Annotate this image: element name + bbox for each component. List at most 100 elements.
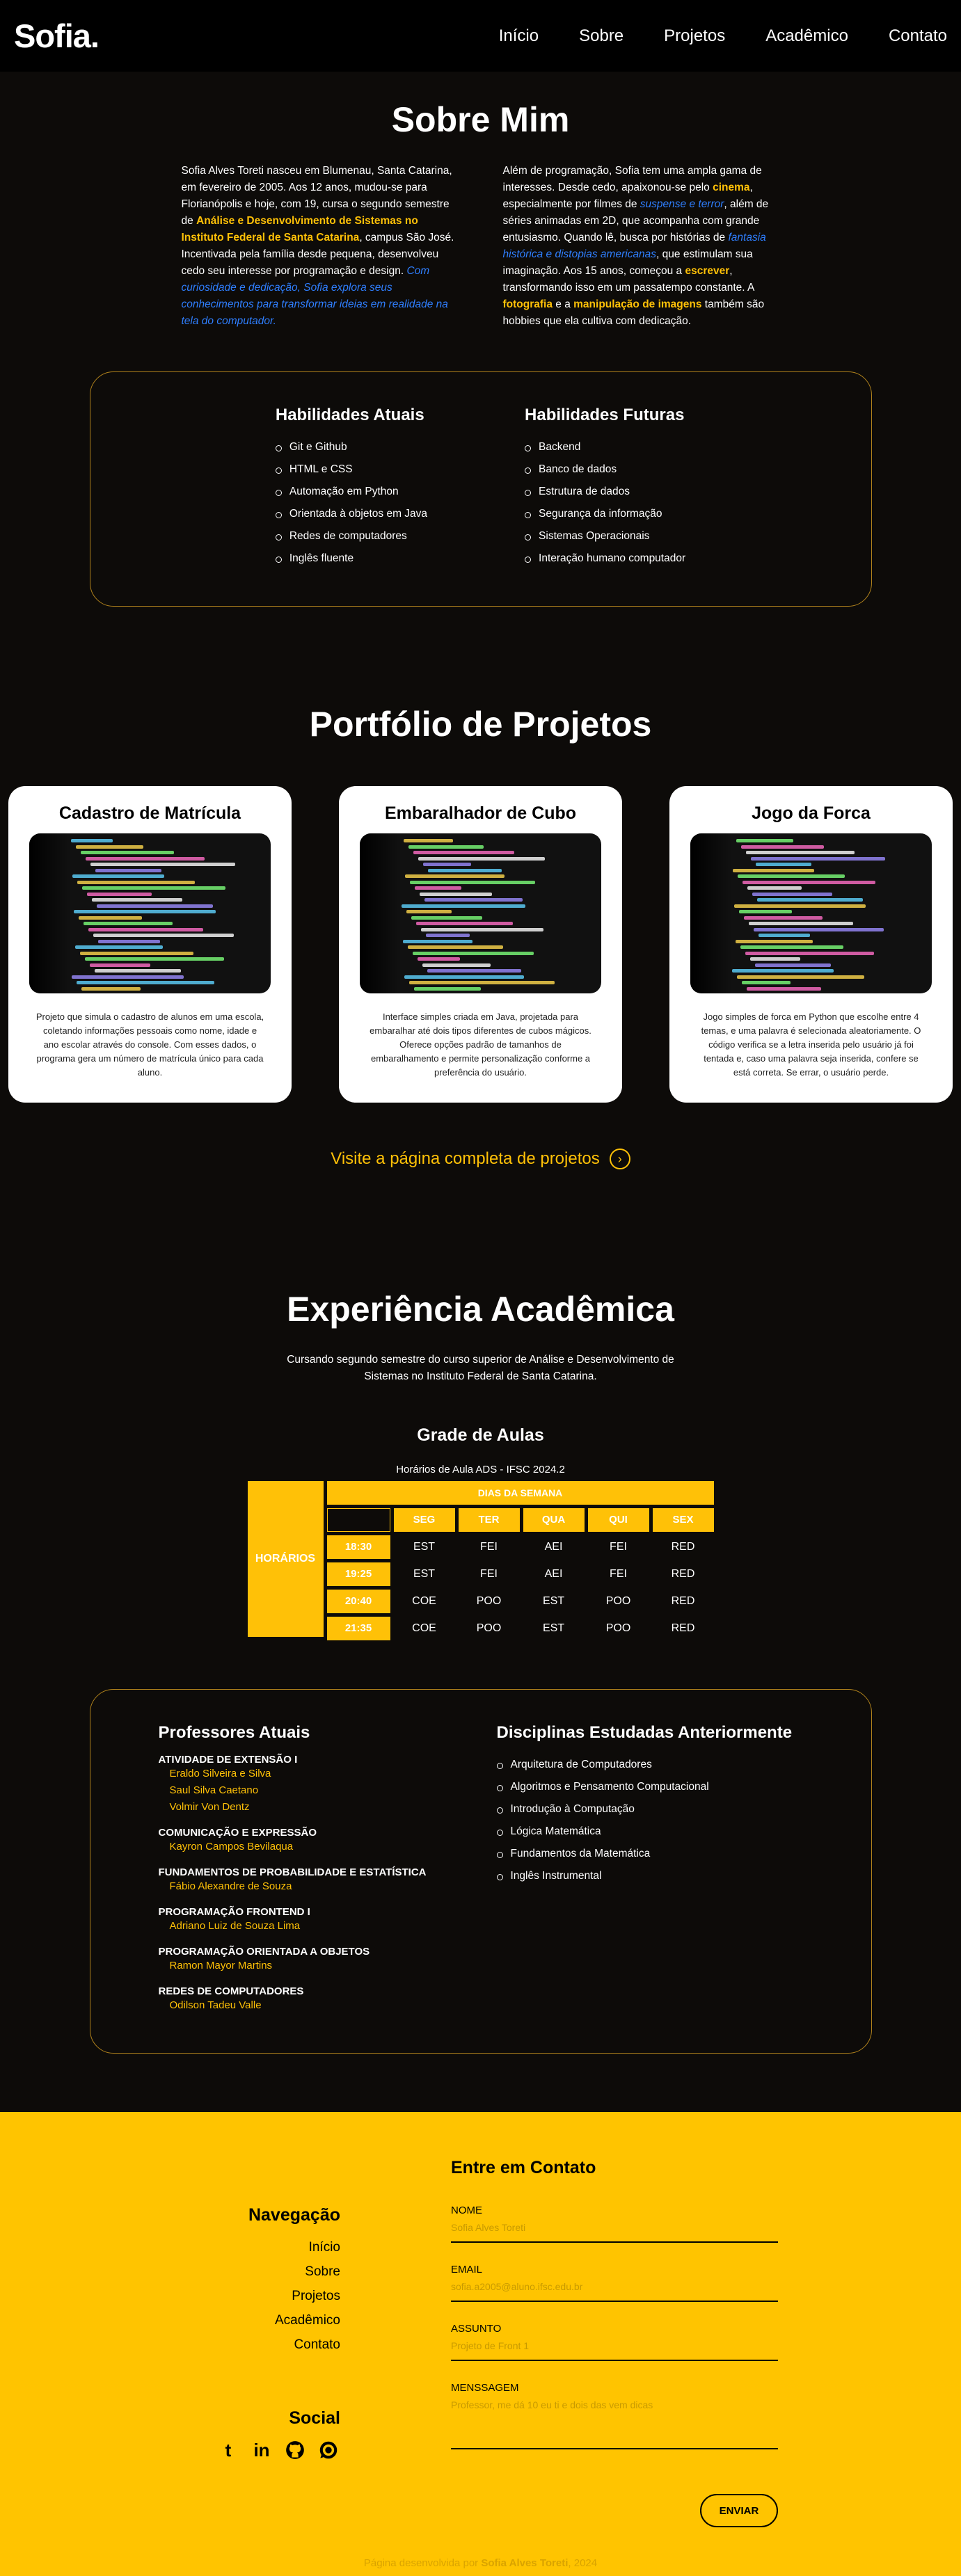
teacher-name: Saul Silva Caetano	[169, 1784, 259, 1796]
footer-nav-inicio[interactable]: Início	[248, 2235, 340, 2259]
teacher-name: Adriano Luiz de Souza Lima	[169, 1920, 301, 1932]
code-line-decoration	[421, 927, 543, 931]
academic-intro: Cursando segundo semestre do curso super…	[287, 1354, 674, 1382]
footer-nav-contato[interactable]: Contato	[248, 2333, 340, 2357]
code-line-decoration	[409, 981, 555, 984]
subject-name: PROGRAMAÇÃO FRONTEND I	[158, 1906, 310, 1918]
name-input[interactable]: Sofia Alves Toreti	[451, 2222, 778, 2243]
skill-item: Backend	[525, 436, 685, 458]
code-line-decoration	[85, 957, 224, 961]
logo[interactable]: Sofia.	[14, 17, 100, 55]
code-line-decoration	[738, 874, 845, 878]
code-line-decoration	[752, 892, 832, 896]
code-line-decoration	[408, 845, 484, 849]
code-line-decoration	[81, 986, 141, 991]
image-shade	[360, 833, 402, 993]
code-line-decoration	[416, 922, 513, 925]
code-line-decoration	[423, 863, 471, 866]
nav-contato[interactable]: Contato	[889, 26, 947, 46]
image-shade	[690, 833, 732, 993]
class-cell: POO	[476, 1622, 502, 1634]
schedule-row: 20:40 COE POO EST POO RED	[326, 1590, 714, 1613]
footer-nav-projetos[interactable]: Projetos	[248, 2284, 340, 2308]
nav-sobre[interactable]: Sobre	[579, 26, 624, 46]
portfolio-title: Portfólio de Projetos	[309, 705, 652, 744]
day-header: TER	[458, 1508, 520, 1532]
whatsapp-icon[interactable]	[317, 2438, 340, 2462]
time-cell: 20:40	[326, 1590, 390, 1613]
code-line-decoration	[90, 863, 235, 866]
footer-social-title: Social	[289, 2408, 340, 2428]
code-line-decoration	[71, 839, 113, 842]
code-line-decoration	[422, 963, 491, 967]
code-line-decoration	[755, 963, 831, 967]
name-label: NOME	[451, 2205, 482, 2216]
class-cell: FEI	[480, 1568, 498, 1580]
project-card[interactable]: Cadastro de Matrícula Projeto que simula…	[8, 786, 292, 1103]
teacher-name: Ramon Mayor Martins	[169, 1960, 273, 1971]
footer-nav-academico[interactable]: Acadêmico	[248, 2308, 340, 2333]
subject-name: ATIVIDADE DE EXTENSÃO I	[158, 1754, 298, 1766]
subject-input[interactable]: Projeto de Front 1	[451, 2340, 778, 2361]
credits-author: Sofia Alves Toreti	[481, 2557, 569, 2569]
class-cell: COE	[412, 1595, 436, 1607]
time-cell: 21:35	[326, 1617, 390, 1640]
skill-item: Banco de dados	[525, 458, 685, 481]
project-card[interactable]: Jogo da Forca Jogo simples de forca em P…	[669, 786, 953, 1103]
highlight-photo: fotografia	[502, 298, 553, 310]
code-line-decoration	[741, 845, 824, 849]
name-field-group: NOME Sofia Alves Toreti	[451, 2205, 778, 2243]
credits-year: , 2024	[568, 2557, 598, 2569]
teacher-name: Kayron Campos Bevilaqua	[169, 1841, 294, 1853]
class-cell: EST	[413, 1568, 436, 1580]
code-line-decoration	[406, 910, 452, 913]
nav-academico[interactable]: Acadêmico	[765, 26, 848, 46]
code-line-decoration	[751, 856, 885, 861]
professor-group: COMUNICAÇÃO E EXPRESSÃO Kayron Campos Be…	[159, 1827, 497, 1855]
schedule-row: 18:30 EST FEI AEI FEI RED	[326, 1535, 714, 1559]
code-line-decoration	[413, 951, 534, 955]
code-line-decoration	[746, 851, 855, 854]
day-header: SEX	[652, 1508, 714, 1532]
message-textarea[interactable]: Professor, me dá 10 eu ti e dois das vem…	[451, 2399, 778, 2449]
code-line-decoration	[426, 934, 470, 937]
email-input[interactable]: sofia.a2005@aluno.ifsc.edu.br	[451, 2281, 778, 2302]
code-line-decoration	[97, 904, 213, 908]
code-line-decoration	[427, 969, 521, 973]
class-cell: EST	[413, 1541, 436, 1553]
previous-subject-item: Inglês Instrumental	[496, 1865, 835, 1887]
about-text-left: Sofia Alves Toreti nasceu em Blumenau, S…	[182, 163, 459, 330]
code-line-decoration	[403, 939, 472, 943]
code-line-decoration	[749, 922, 853, 925]
professors-column: Professores Atuais ATIVIDADE DE EXTENSÃO…	[159, 1723, 497, 2053]
professor-group: FUNDAMENTOS DE PROBABILIDADE E ESTATÍSTI…	[159, 1866, 497, 1895]
nav-inicio[interactable]: Início	[499, 26, 539, 46]
code-screenshot-image	[360, 833, 601, 993]
code-line-decoration	[411, 915, 482, 920]
skill-item: Interação humano computador	[525, 547, 685, 570]
github-icon[interactable]	[283, 2438, 307, 2462]
tumblr-icon[interactable]: t	[216, 2438, 240, 2462]
class-cell: AEI	[544, 1568, 563, 1580]
code-line-decoration	[415, 886, 461, 890]
visit-projects-label: Visite a página completa de projetos	[331, 1149, 600, 1168]
credits-text: Página desenvolvida por	[363, 2557, 482, 2569]
code-line-decoration	[745, 951, 874, 955]
code-line-decoration	[88, 927, 203, 931]
linkedin-icon[interactable]: in	[250, 2438, 273, 2462]
visit-projects-link[interactable]: Visite a página completa de projetos ›	[0, 1149, 961, 1169]
project-card[interactable]: Embaralhador de Cubo Interface simples c…	[339, 786, 622, 1103]
class-cell: AEI	[544, 1541, 563, 1553]
code-line-decoration	[732, 969, 834, 973]
code-line-decoration	[750, 957, 800, 961]
previous-subject-item: Algoritmos e Pensamento Computacional	[496, 1776, 835, 1798]
code-line-decoration	[754, 927, 884, 931]
about-text-right: Além de programação, Sofia tem uma ampla…	[503, 163, 780, 330]
class-cell: EST	[542, 1595, 565, 1607]
nav-projetos[interactable]: Projetos	[664, 26, 725, 46]
footer-nav-sobre[interactable]: Sobre	[248, 2259, 340, 2284]
skill-item: Git e Github	[275, 436, 427, 458]
code-line-decoration	[76, 845, 143, 849]
send-button[interactable]: ENVIAR	[700, 2494, 778, 2527]
project-title: Jogo da Forca	[752, 803, 871, 823]
